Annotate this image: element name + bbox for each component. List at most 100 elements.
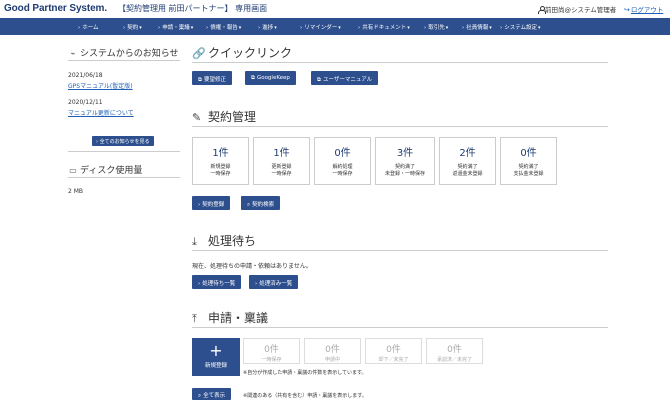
nav-settings[interactable]: システム設定▾ (500, 23, 541, 31)
external-link-icon: ⧉ (251, 75, 255, 81)
nav-progress[interactable]: 進捗▾ (258, 23, 277, 31)
nav-shared-docs-label: 共有ドキュメント (362, 25, 407, 31)
pending-list-button[interactable]: › 処理待ち一覧 (192, 275, 242, 289)
card-label: 一時保存 (261, 357, 282, 363)
chevron-down-icon: ▾ (274, 25, 277, 31)
nav-approval[interactable]: 申請・稟議▾ (158, 23, 193, 31)
card-count: 0件 (325, 345, 340, 355)
button-label: 全て表示 (203, 393, 226, 399)
card-label: 承認済／未完了 (436, 357, 472, 363)
chevron-down-icon: ▾ (489, 25, 492, 31)
approval-new-button[interactable]: + 新規登録 (192, 338, 240, 376)
link-icon: 🔗 (192, 47, 206, 60)
pen-icon: ✎ (192, 111, 202, 124)
nav-reminder[interactable]: リマインダー▾ (300, 23, 341, 31)
nav-contract[interactable]: 契約▾ (123, 23, 142, 31)
page-title: 【契約管理用 前田パートナー】 専用画面 (118, 4, 268, 13)
contract-register-button[interactable]: › 契約登録 (192, 196, 231, 210)
approval-card-draft[interactable]: 0件一時保存 (243, 338, 300, 364)
download-icon: ⤓ (192, 235, 197, 248)
logout-link[interactable]: ↪ログアウト (624, 4, 663, 14)
contract-search-button[interactable]: ⌕ 契約検索 (241, 196, 281, 210)
card-count: 0件 (334, 148, 351, 159)
approval-heading-label: 申請・稟議 (208, 311, 269, 325)
approval-card-pending[interactable]: 0件 申請中 (304, 338, 361, 364)
quicklink-heading-label: クイックリンク (208, 46, 293, 60)
show-all-button[interactable]: ⌕ 全て表示 (192, 388, 232, 400)
divider (68, 60, 180, 61)
divider (192, 126, 608, 127)
chevron-down-icon: ▾ (139, 25, 142, 31)
notice-heading-label: システムからのお知らせ (80, 49, 179, 59)
show-all-note: ※関連のある（共有を含む）申請・稟議を表示します。 (243, 393, 367, 399)
hard-drive-icon: ▭ (69, 166, 77, 175)
divider (68, 151, 180, 152)
nav-shared-docs[interactable]: 共有ドキュメント▾ (358, 23, 410, 31)
card-label: 契約満了 支払金未登録 (513, 164, 544, 177)
notice-link[interactable]: マニュアル更新について (68, 108, 134, 117)
contract-card-renewal[interactable]: 1件 更新登録 一時保存 (253, 137, 310, 185)
card-label: 契約満了 未登録・一時保存 (384, 164, 425, 177)
card-label: 契約満了 返還金未登録 (452, 164, 483, 177)
chevron-down-icon: ▾ (445, 25, 449, 31)
approval-card-approved[interactable]: 0件 承認済／未完了 (426, 338, 483, 364)
external-link-icon: ⧉ (317, 77, 321, 83)
button-label: GoogleKeep (256, 75, 290, 81)
button-label: 新規登録 (204, 363, 227, 369)
search-icon: ⌕ (247, 202, 251, 208)
nav-employees-label: 社員情報 (466, 25, 489, 31)
quicklink-heading: 🔗 クイックリンク (192, 44, 292, 61)
app-logo[interactable]: Good Partner System. (4, 3, 107, 14)
nav-report[interactable]: 債権・報告▾ (206, 23, 241, 31)
processed-list-button[interactable]: › 処理済み一覧 (249, 275, 299, 289)
all-notices-label: 全てのお知らせを見る (99, 139, 150, 145)
chevron-down-icon: ▾ (538, 25, 541, 31)
contract-card-refund[interactable]: 2件契約満了 返還金未登録 (439, 137, 496, 185)
contract-card-new[interactable]: 1件 新規登録 一時保存 (192, 137, 249, 185)
pending-heading-label: 処理待ち (208, 234, 257, 248)
nav-clients-label: 取引先 (428, 25, 445, 31)
chevron-down-icon: ▾ (338, 25, 341, 31)
quicklink-request-button[interactable]: ⧉ 要望修正 (192, 71, 232, 85)
notice-date: 2021/06/18 (68, 72, 103, 79)
approval-note: ※自分が作成した申請・稟議の件数を表示しています。 (243, 370, 367, 376)
nav-home[interactable]: ホーム (78, 23, 98, 31)
external-link-icon: ⧉ (198, 77, 202, 83)
quicklink-manual-button[interactable]: ⧉ ユーザーマニュアル (311, 71, 379, 85)
button-label: 処理済み一覧 (259, 281, 293, 287)
contract-card-cancel[interactable]: 0件 解約処理 一時保存 (314, 137, 371, 185)
user-name: 前田尚@システム管理者 (545, 6, 617, 14)
approval-card-rejected[interactable]: 0件却下／未完了 (365, 338, 422, 364)
button-label: 契約登録 (202, 202, 225, 208)
divider (68, 177, 180, 178)
contract-heading: ✎ 契約管理 (192, 108, 256, 125)
card-count: 1件 (273, 148, 290, 159)
nav-report-label: 債権・報告 (210, 25, 238, 31)
logout-icon: ↪ (624, 6, 630, 14)
card-count: 0件 (264, 345, 279, 355)
contract-card-payment[interactable]: 0件 契約満了 支払金未登録 (500, 137, 557, 185)
nav-clients[interactable]: 取引先▾ (424, 23, 448, 31)
nav-reminder-label: リマインダー (304, 25, 338, 31)
chevron-down-icon: ▾ (190, 25, 194, 31)
user-icon (538, 6, 546, 14)
current-user[interactable]: 前田尚@システム管理者 (538, 4, 616, 14)
chevron-down-icon: ▾ (407, 25, 410, 31)
chevron-right-icon: › (198, 281, 201, 287)
main-nav: ホーム 契約▾ 申請・稟議▾ 債権・報告▾ 進捗▾ リマインダー▾ 共有ドキュメ… (0, 18, 670, 35)
card-label: 却下／未完了 (378, 357, 409, 363)
top-header: Good Partner System. 【契約管理用 前田パートナー】 専用画… (0, 0, 670, 18)
approval-heading: ⤒ 申請・稟議 (192, 309, 268, 326)
contract-card-expired[interactable]: 3件 契約満了 未登録・一時保存 (375, 137, 435, 185)
notice-link[interactable]: GPSマニュアル(暫定版) (68, 81, 133, 90)
card-count: 1件 (212, 148, 229, 159)
divider (192, 250, 608, 251)
button-label: 契約検索 (252, 202, 275, 208)
button-label: 処理待ち一覧 (202, 281, 236, 287)
nav-approval-label: 申請・稟議 (162, 25, 190, 31)
nav-employees[interactable]: 社員情報▾ (462, 23, 492, 31)
quicklink-googlekeep-button[interactable]: ⧉ GoogleKeep (245, 71, 296, 85)
all-notices-button[interactable]: › 全てのお知らせを見る (92, 136, 154, 146)
card-count: 0件 (386, 345, 401, 355)
card-count: 2件 (459, 148, 476, 159)
